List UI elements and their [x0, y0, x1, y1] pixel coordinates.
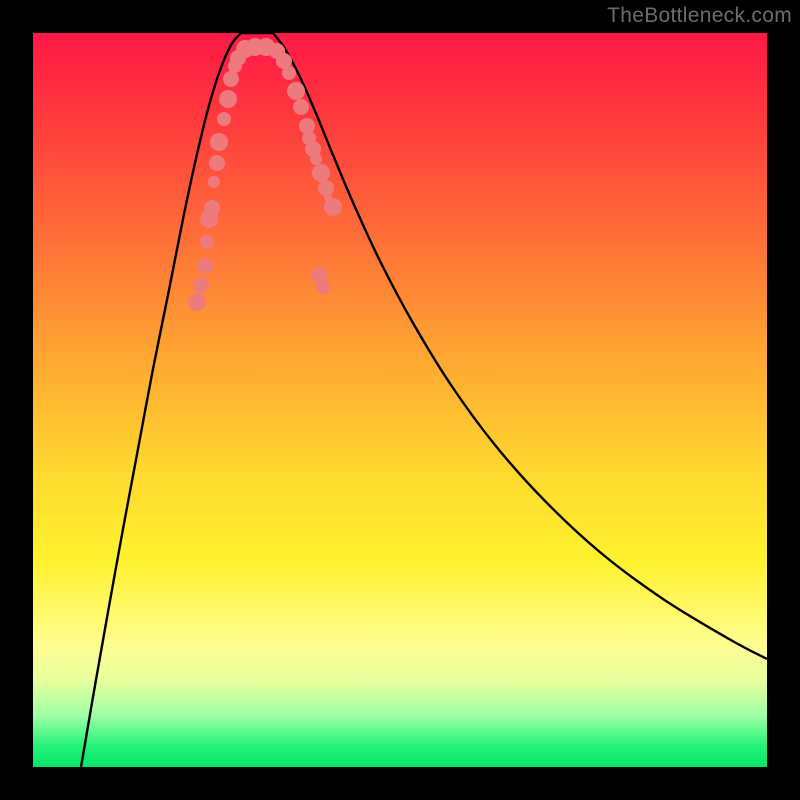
data-dot: [282, 66, 296, 80]
curve-svg: [33, 33, 767, 767]
data-dot: [210, 133, 228, 151]
data-dot: [193, 277, 209, 293]
data-dot: [188, 293, 206, 311]
data-dot: [204, 200, 220, 216]
data-dot: [293, 99, 309, 115]
data-dot: [197, 258, 213, 274]
chart-frame: TheBottleneck.com: [0, 0, 800, 800]
data-dots: [188, 38, 342, 311]
data-dot: [324, 193, 332, 201]
data-dot: [287, 82, 305, 100]
data-dot: [316, 280, 330, 294]
data-dot: [209, 155, 225, 171]
plot-area: [33, 33, 767, 767]
bottleneck-curve-left: [81, 33, 273, 767]
bottleneck-curve-right: [273, 33, 767, 659]
data-dot: [219, 90, 237, 108]
data-dot: [217, 112, 231, 126]
data-dot: [312, 164, 330, 182]
watermark-text: TheBottleneck.com: [607, 4, 792, 28]
data-dot: [200, 235, 214, 249]
data-dot: [310, 153, 322, 165]
data-dot: [208, 176, 220, 188]
data-dot: [223, 71, 239, 87]
